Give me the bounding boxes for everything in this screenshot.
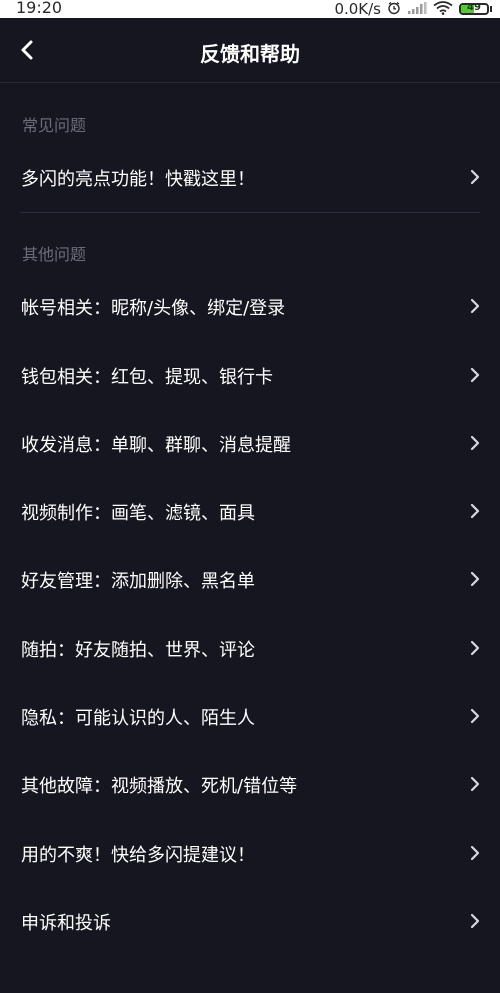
help-item-account[interactable]: 帐号相关：昵称/头像、绑定/登录 — [0, 272, 500, 340]
chevron-right-icon — [470, 169, 480, 185]
status-bar: 19:20 0.0K/s 49 — [0, 0, 500, 18]
chevron-right-icon — [470, 571, 480, 587]
help-item-messages[interactable]: 收发消息：单聊、群聊、消息提醒 — [0, 409, 500, 477]
section-header-other: 其他问题 — [22, 245, 87, 264]
battery-level: 49 — [467, 3, 481, 13]
help-feedback-screen: 19:20 0.0K/s 49 反馈和帮助 常见问题 多闪的亮点功能！快戳这里！… — [0, 0, 500, 993]
chevron-right-icon — [470, 845, 480, 861]
help-item-label: 申诉和投诉 — [21, 913, 111, 934]
help-item-suggestions[interactable]: 用的不爽！快给多闪提建议！ — [0, 819, 500, 887]
chevron-right-icon — [470, 298, 480, 314]
help-item-label: 多闪的亮点功能！快戳这里！ — [21, 169, 255, 190]
section-header-common: 常见问题 — [22, 116, 87, 135]
help-item-label: 钱包相关：红包、提现、银行卡 — [21, 367, 273, 388]
chevron-right-icon — [470, 435, 480, 451]
network-speed: 0.0K/s — [334, 0, 381, 18]
help-item-privacy[interactable]: 隐私：可能认识的人、陌生人 — [0, 682, 500, 750]
help-item-label: 帐号相关：昵称/头像、绑定/登录 — [21, 298, 286, 319]
help-item-complaints[interactable]: 申诉和投诉 — [0, 887, 500, 955]
help-item-friends[interactable]: 好友管理：添加删除、黑名单 — [0, 545, 500, 613]
section-divider — [20, 212, 480, 213]
help-item-label: 收发消息：单聊、群聊、消息提醒 — [21, 435, 291, 456]
chevron-right-icon — [470, 640, 480, 656]
help-item-other-issues[interactable]: 其他故障：视频播放、死机/错位等 — [0, 750, 500, 818]
help-item-label: 好友管理：添加删除、黑名单 — [21, 571, 255, 592]
status-icons: 0.0K/s 49 — [334, 0, 492, 18]
help-item-wallet[interactable]: 钱包相关：红包、提现、银行卡 — [0, 341, 500, 409]
wifi-icon — [433, 0, 453, 19]
alarm-icon — [387, 0, 401, 19]
battery-icon: 49 — [459, 3, 492, 15]
chevron-right-icon — [470, 776, 480, 792]
chevron-right-icon — [470, 708, 480, 724]
help-item-video-creation[interactable]: 视频制作：画笔、滤镜、面具 — [0, 477, 500, 545]
help-item-label: 其他故障：视频播放、死机/错位等 — [21, 776, 298, 797]
help-item-label: 随拍：好友随拍、世界、评论 — [21, 640, 255, 661]
signal-icon — [407, 0, 427, 19]
status-time: 19:20 — [16, 0, 63, 17]
battery-indicator: 49 — [459, 3, 489, 15]
chevron-right-icon — [470, 503, 480, 519]
navigation-bar: 反馈和帮助 — [0, 18, 500, 83]
help-item-label: 隐私：可能认识的人、陌生人 — [21, 708, 255, 729]
help-item-moments[interactable]: 随拍：好友随拍、世界、评论 — [0, 614, 500, 682]
help-item-label: 视频制作：画笔、滤镜、面具 — [21, 503, 255, 524]
page-title: 反馈和帮助 — [200, 42, 300, 66]
chevron-right-icon — [470, 367, 480, 383]
help-item-highlights[interactable]: 多闪的亮点功能！快戳这里！ — [0, 143, 500, 211]
chevron-right-icon — [470, 913, 480, 929]
help-item-label: 用的不爽！快给多闪提建议！ — [21, 845, 255, 866]
battery-tip — [490, 6, 492, 12]
